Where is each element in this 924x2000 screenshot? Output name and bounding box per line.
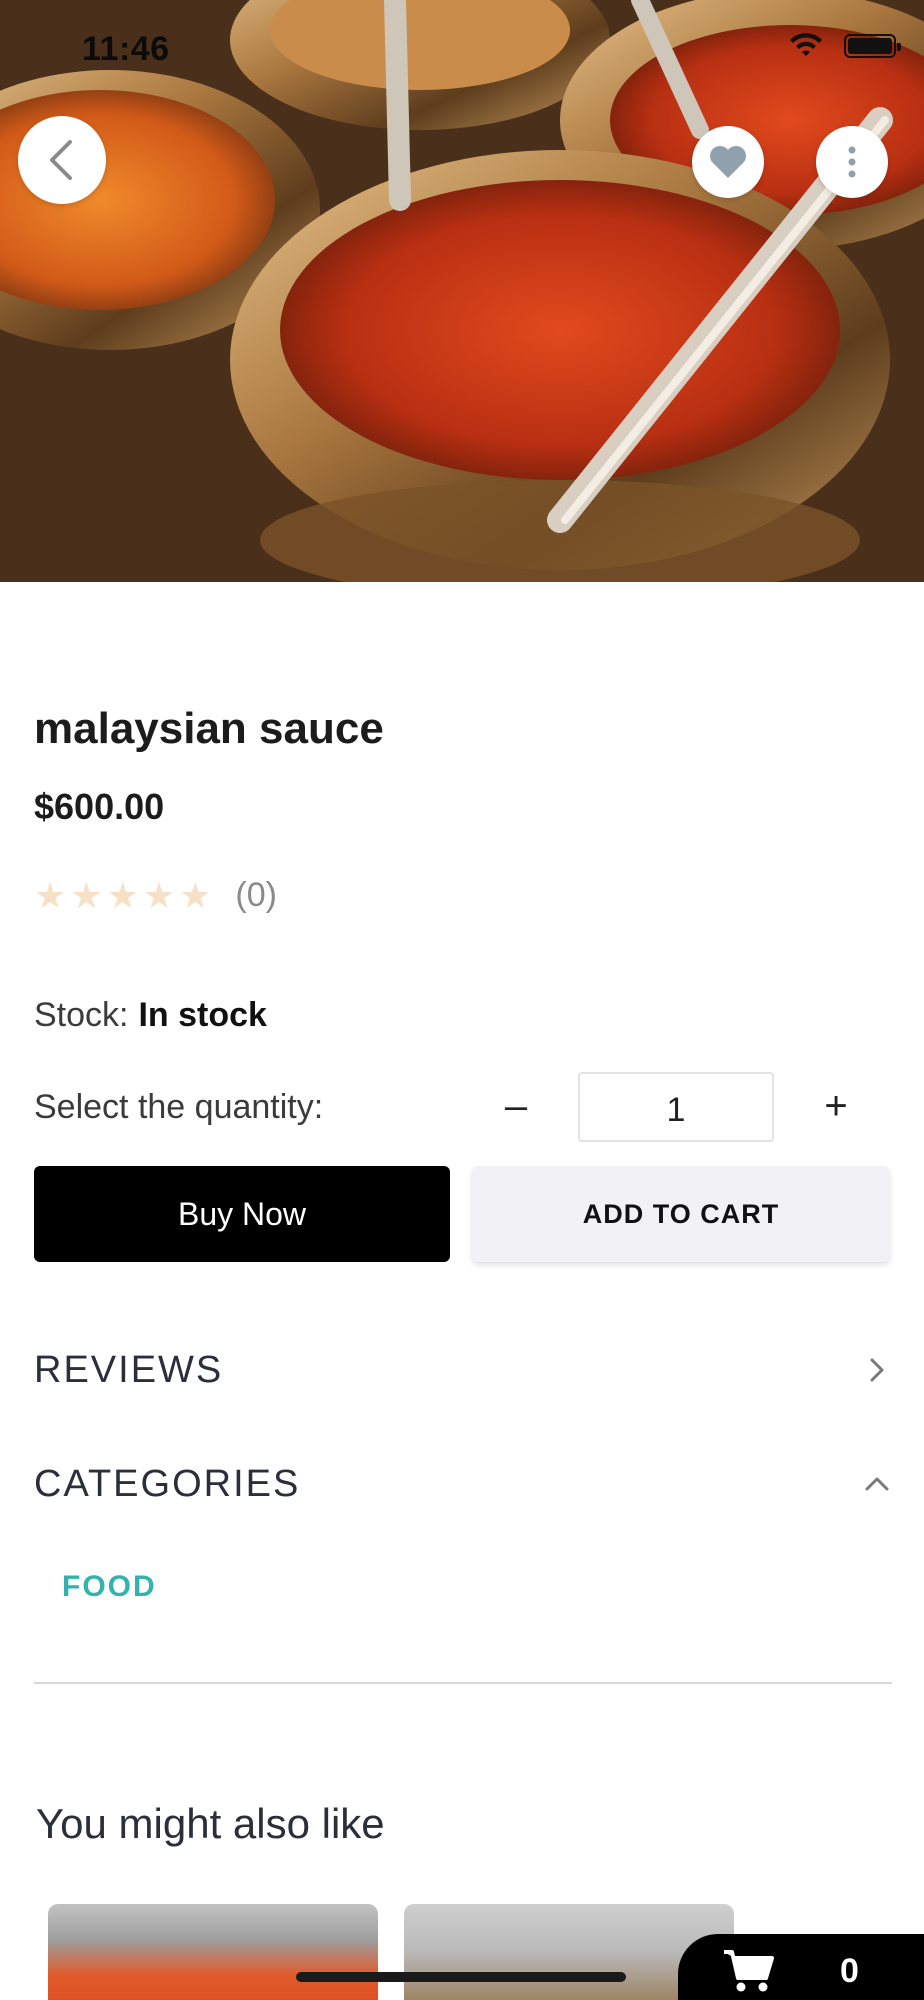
cart-icon [724,1950,774,1992]
product-price: $600.00 [34,786,165,827]
chevron-right-icon [870,1358,884,1382]
star-icon: ★ [142,874,176,916]
battery-icon [844,34,901,58]
star-icon: ★ [34,874,67,916]
home-indicator [296,1972,626,1982]
quantity-increase-button[interactable]: + [814,1082,858,1130]
stock-label: Stock: [34,996,129,1034]
categories-section-header[interactable]: CATEGORIES [34,1454,892,1514]
more-vertical-icon [848,146,856,178]
chevron-left-icon [50,140,72,180]
stock-status: Stock: In stock [34,996,267,1035]
quantity-input[interactable] [578,1072,774,1142]
recommendations-heading: You might also like [36,1800,385,1847]
reviews-title: REVIEWS [34,1348,224,1391]
add-to-cart-button[interactable]: ADD TO CART [472,1166,890,1262]
status-icons [786,32,901,60]
favorite-button[interactable] [692,126,764,198]
star-rating: ★ ★ ★ ★ ★ [34,874,212,916]
star-icon: ★ [179,874,212,916]
stock-value: In stock [138,996,267,1034]
wifi-icon [790,33,822,56]
product-image [0,0,924,582]
quantity-decrease-button[interactable]: – [494,1082,538,1130]
more-options-button[interactable] [816,126,888,198]
buy-now-button[interactable]: Buy Now [34,1166,450,1262]
back-button[interactable] [18,116,106,204]
category-tag-food[interactable]: FOOD [62,1570,157,1604]
chevron-up-icon [865,1477,889,1491]
star-icon: ★ [106,874,139,916]
rating[interactable]: ★ ★ ★ ★ ★ (0) [34,876,277,915]
recommended-product-card[interactable] [48,1904,378,2000]
star-icon: ★ [70,874,103,916]
divider [34,1682,892,1684]
cart-button[interactable]: 0 [678,1934,924,2000]
cart-count-badge: 0 [840,1952,859,1990]
categories-title: CATEGORIES [34,1462,301,1505]
product-title: malaysian sauce [34,704,384,753]
reviews-section-header[interactable]: REVIEWS [34,1340,892,1400]
status-time: 11:46 [82,30,170,68]
review-count: (0) [235,876,277,914]
heart-icon [710,146,746,178]
quantity-label: Select the quantity: [34,1088,324,1126]
